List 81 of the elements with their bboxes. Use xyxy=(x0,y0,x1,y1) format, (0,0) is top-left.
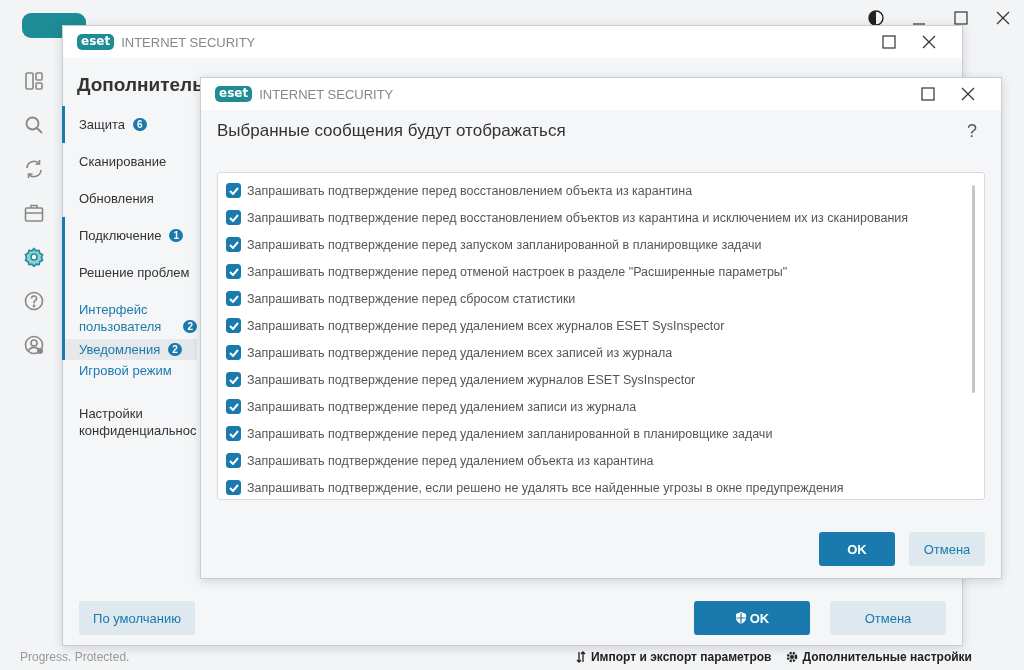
checkmark-icon xyxy=(228,483,239,492)
count-badge: 6 xyxy=(133,118,147,131)
checkbox-label: Запрашивать подтверждение перед удалением всех журналов ESET SysInspector xyxy=(247,318,725,333)
checkmark-icon xyxy=(228,294,239,303)
briefcase-icon[interactable] xyxy=(24,203,44,223)
checkmark-icon xyxy=(228,186,239,195)
checkmark-icon xyxy=(228,213,239,222)
checkbox-label: Запрашивать подтверждение перед удалением всех записей из журнала xyxy=(247,345,673,360)
checkbox-label: Запрашивать подтверждение, если решено не удалять все найденные угрозы в окне предупреждения xyxy=(247,480,844,495)
nav-item[interactable]: Решение проблем xyxy=(62,254,197,291)
count-badge: 2 xyxy=(168,343,182,356)
checkbox-label: Запрашивать подтверждение перед удалением записи из журнала xyxy=(247,399,637,414)
count-badge: 1 xyxy=(169,229,183,242)
dialog-heading: Выбранные сообщения будут отображаться xyxy=(217,121,566,141)
checkbox[interactable] xyxy=(226,399,241,414)
nav-item[interactable]: Защита 6 xyxy=(62,106,197,143)
refresh-icon[interactable] xyxy=(24,159,44,179)
nav-item[interactable]: Настройки конфиденциальнос xyxy=(62,395,197,449)
checkbox-label: Запрашивать подтверждение перед удалением объекта из карантина xyxy=(247,453,654,468)
checkbox-label: Запрашивать подтверждение перед восстановлением объекта из карантина xyxy=(247,183,693,198)
cancel-button[interactable]: Отмена xyxy=(909,532,985,566)
cancel-button[interactable]: Отмена xyxy=(830,601,946,635)
count-badge: 2 xyxy=(183,320,197,333)
checkbox-label: Запрашивать подтверждение перед восстановлением объектов из карантина и исключением их из сканирования xyxy=(247,210,909,225)
status-text: Progress. Protected. xyxy=(20,650,130,664)
checkbox[interactable] xyxy=(226,210,241,225)
close-icon[interactable] xyxy=(961,87,975,101)
gear-icon xyxy=(785,651,798,663)
checkmark-icon xyxy=(228,321,239,330)
user-icon[interactable] xyxy=(24,335,44,355)
nav-item[interactable]: Уведомления 2 xyxy=(62,339,197,360)
dashboard-icon[interactable] xyxy=(24,71,44,91)
checkbox[interactable] xyxy=(226,318,241,333)
default-button[interactable]: По умолчанию xyxy=(79,601,195,635)
gear-icon[interactable] xyxy=(24,247,44,267)
checkbox-label: Запрашивать подтверждение перед отменой настроек в разделе "Расширенные параметры" xyxy=(247,264,788,279)
maximize-icon[interactable] xyxy=(954,11,968,25)
checkbox-label: Запрашивать подтверждение перед сбросом статистики xyxy=(247,291,576,306)
import-export-link[interactable]: Импорт и экспорт параметров xyxy=(591,650,772,664)
checkbox[interactable] xyxy=(226,453,241,468)
checkmark-icon xyxy=(228,375,239,384)
eset-logo: eset xyxy=(215,86,253,102)
checkmark-icon xyxy=(228,429,239,438)
checkbox-label: Запрашивать подтверждение перед удалением запланированной в планировщике задачи xyxy=(247,426,773,441)
ok-button[interactable]: OK xyxy=(694,601,810,635)
settings-link[interactable]: Дополнительные настройки xyxy=(802,650,972,664)
window-title: INTERNET SECURITY xyxy=(259,86,394,102)
nav-item[interactable]: Сканирование xyxy=(62,143,197,180)
nav-item[interactable]: Подключение 1 xyxy=(62,217,197,254)
checkmark-icon xyxy=(228,456,239,465)
checkbox[interactable] xyxy=(226,480,241,495)
nav-item[interactable]: Обновления xyxy=(62,180,197,217)
checkmark-icon xyxy=(228,267,239,276)
transfer-icon xyxy=(576,651,586,663)
checkbox[interactable] xyxy=(226,426,241,441)
close-icon[interactable] xyxy=(996,11,1010,25)
checkbox[interactable] xyxy=(226,264,241,279)
contrast-icon[interactable] xyxy=(868,10,884,26)
scrollbar[interactable] xyxy=(972,185,975,393)
checkbox[interactable] xyxy=(226,237,241,252)
eset-logo: eset xyxy=(77,34,115,50)
checkbox[interactable] xyxy=(226,183,241,198)
checkbox[interactable] xyxy=(226,372,241,387)
search-icon[interactable] xyxy=(24,115,44,135)
shield-icon xyxy=(734,611,747,625)
checkmark-icon xyxy=(228,348,239,357)
checkmark-icon xyxy=(228,402,239,411)
checkbox-label: Запрашивать подтверждение перед удалением журналов ESET SysInspector xyxy=(247,372,696,387)
nav-item[interactable]: Игровой режим xyxy=(62,360,197,395)
help-icon[interactable] xyxy=(24,291,44,311)
window-title: INTERNET SECURITY xyxy=(121,34,256,50)
page-heading: Дополнитель xyxy=(77,74,204,96)
checkbox[interactable] xyxy=(226,291,241,306)
maximize-icon[interactable] xyxy=(921,87,935,101)
ok-button[interactable]: OK xyxy=(819,532,895,566)
checkbox[interactable] xyxy=(226,345,241,360)
maximize-icon[interactable] xyxy=(882,35,896,49)
checkbox-label: Запрашивать подтверждение перед запуском запланированной в планировщике задачи xyxy=(247,237,762,252)
close-icon[interactable] xyxy=(922,35,936,49)
checkmark-icon xyxy=(228,240,239,249)
help-button[interactable]: ? xyxy=(967,120,977,142)
